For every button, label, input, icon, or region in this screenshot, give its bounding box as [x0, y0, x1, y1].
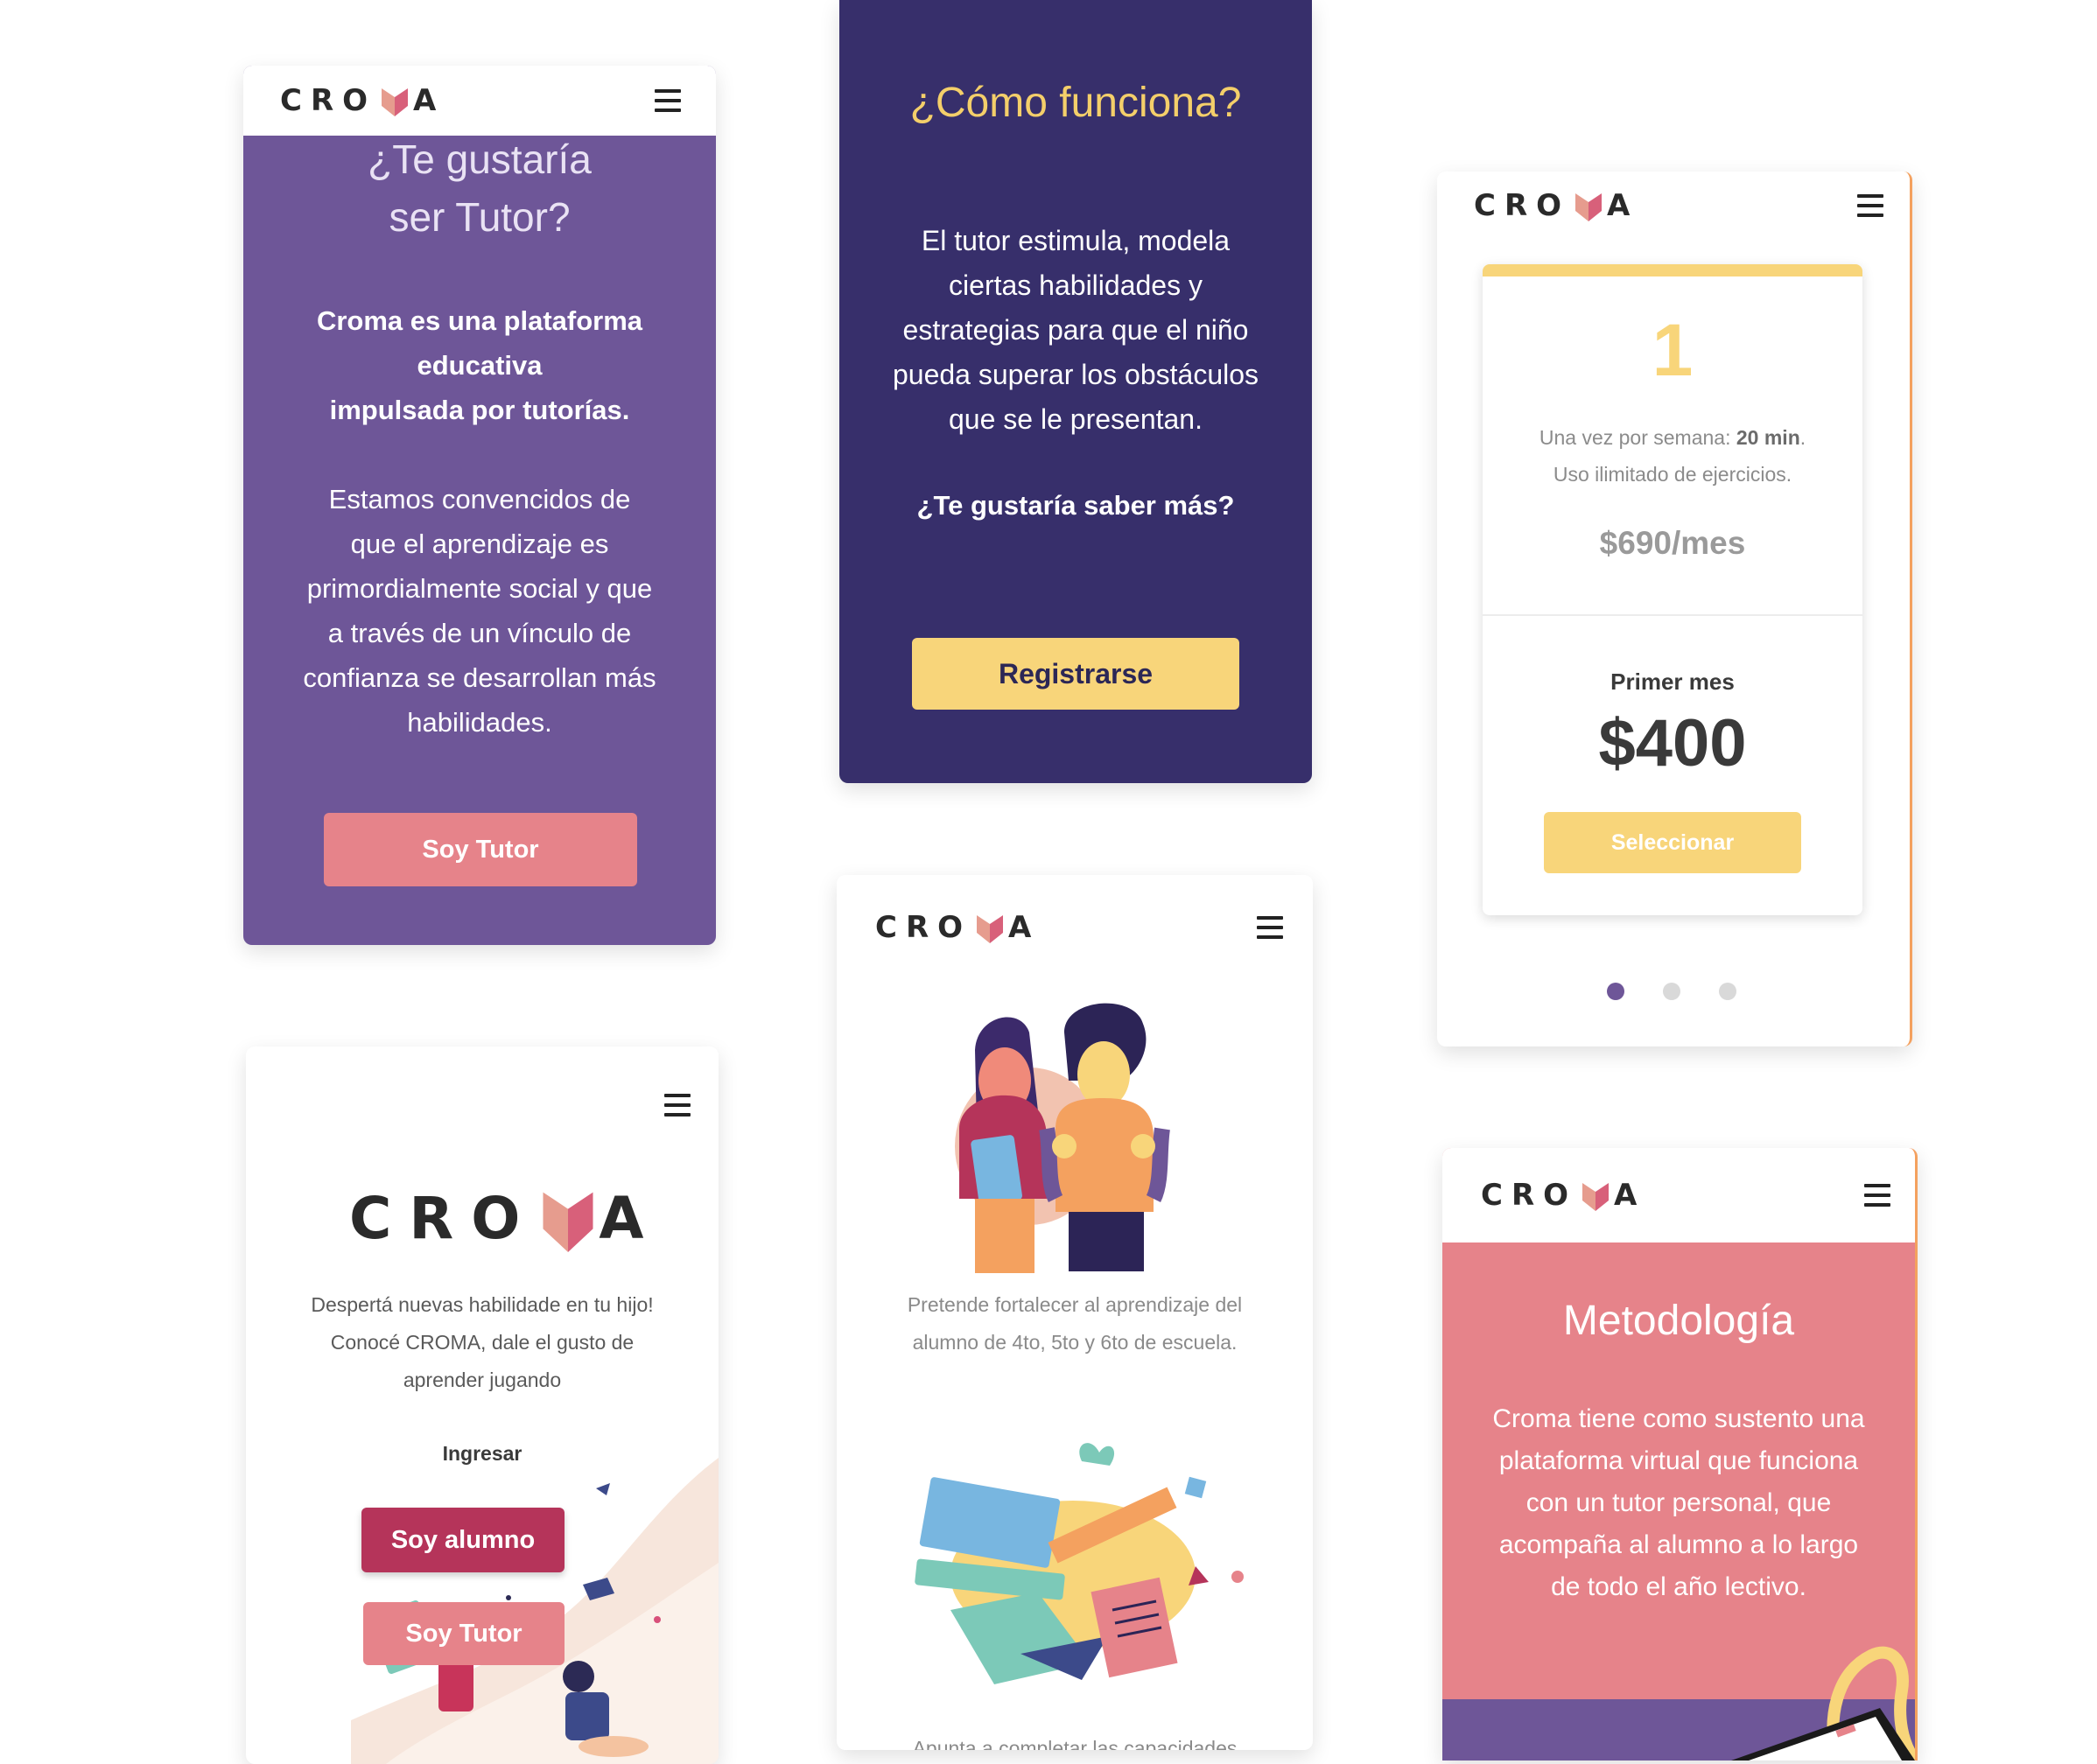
como-body-text: El tutor estimula, modela ciertas habili… [892, 225, 1259, 435]
logo-v-icon [382, 88, 409, 116]
carousel-dot[interactable] [1719, 983, 1736, 1000]
carousel-dot[interactable] [1607, 983, 1624, 1000]
first-month-price: $400 [1598, 706, 1747, 780]
metodologia-title: Metodología [1562, 1298, 1795, 1344]
students-card: CRO A Pretende fortalecer al aprendizaje… [837, 875, 1313, 1750]
logo-text-left: CRO [1481, 1178, 1578, 1213]
top-header: CRO A [837, 875, 1313, 980]
plan-frequency: Una vez por semana: 20 min. [1539, 426, 1806, 449]
plan-card[interactable]: 1 Una vez por semana: 20 min. Uso ilimit… [1483, 264, 1862, 915]
books-illustration [915, 1443, 1244, 1684]
logo-text-right: A [1008, 910, 1041, 945]
students-caption: Pretende fortalecer al aprendizaje del a… [907, 1293, 1243, 1354]
pricing-card: CRO A 1 Una vez por semana: 20 min. Uso … [1437, 172, 1912, 1046]
hamburger-menu-icon[interactable] [1857, 194, 1883, 217]
top-header: CRO A [243, 66, 716, 136]
tutor-bold-intro: Croma es una plataforma educativa impuls… [316, 305, 643, 425]
tutor-body-text: Estamos convencidos de que el aprendizaj… [303, 484, 656, 738]
soy-alumno-button[interactable]: Soy alumno [361, 1508, 565, 1572]
hamburger-menu-icon[interactable] [655, 89, 681, 112]
metodologia-card: CRO A Metodología Croma tiene como suste… [1442, 1148, 1918, 1760]
top-header: CRO A [1442, 1148, 1915, 1242]
tutor-card: CRO A ¿Te gustaría ser Tutor? Croma es u… [243, 66, 716, 945]
metodologia-body: Croma tiene como sustento una plataforma… [1492, 1404, 1865, 1601]
logo-v-icon [977, 915, 1004, 943]
home-tagline: Despertá nuevas habilidade en tu hijo! C… [311, 1293, 654, 1391]
plan-monthly-price: $690/mes [1599, 525, 1746, 561]
croma-logo[interactable]: CRO A [875, 910, 1040, 945]
logo-text-left: CRO [349, 1185, 538, 1252]
plan-divider [1483, 614, 1862, 616]
logo-text-right: A [599, 1185, 662, 1252]
croma-logo[interactable]: CRO A [280, 83, 445, 118]
logo-v-icon [1582, 1183, 1610, 1211]
como-title: ¿Cómo funciona? [909, 80, 1242, 126]
logo-v-icon [1575, 193, 1603, 221]
logo-text-right: A [413, 83, 445, 118]
logo-text-right: A [1607, 188, 1639, 223]
soy-tutor-button[interactable]: Soy Tutor [363, 1602, 565, 1665]
logo-text-left: CRO [280, 83, 377, 118]
top-header: CRO A [1437, 172, 1910, 240]
plan-number: 1 [1652, 309, 1694, 391]
logo-text-left: CRO [1474, 188, 1571, 223]
hamburger-menu-icon[interactable] [1257, 916, 1283, 939]
tutor-title: ¿Te gustaría ser Tutor? [368, 136, 592, 240]
laptop-illustration [1731, 1646, 1915, 1760]
croma-logo[interactable]: CRO A [1474, 188, 1638, 223]
logo-text-right: A [1614, 1178, 1646, 1213]
plan-exercises: Uso ilimitado de ejercicios. [1553, 463, 1792, 486]
como-question: ¿Te gustaría saber más? [916, 490, 1235, 521]
home-card: CRO A Despertá nuevas habilidade en tu h… [246, 1046, 719, 1764]
students-illustration [955, 1003, 1170, 1273]
como-funciona-card: ¿Cómo funciona? El tutor estimula, model… [839, 0, 1312, 783]
students-caption-cut: Apunta a completar las capacidades [912, 1737, 1238, 1750]
hamburger-menu-icon[interactable] [664, 1094, 691, 1116]
carousel-dot[interactable] [1663, 983, 1680, 1000]
first-month-label: Primer mes [1610, 668, 1735, 695]
registrarse-button[interactable]: Registrarse [912, 638, 1239, 710]
logo-v-icon [543, 1192, 593, 1252]
soy-tutor-button[interactable]: Soy Tutor [324, 813, 637, 886]
croma-logo[interactable]: CRO A [1481, 1178, 1645, 1213]
seleccionar-button[interactable]: Seleccionar [1544, 812, 1801, 873]
hamburger-menu-icon[interactable] [1864, 1184, 1890, 1207]
logo-text-left: CRO [875, 910, 972, 945]
plan-top-bar [1483, 264, 1862, 276]
croma-logo-large: CRO A [349, 1185, 661, 1252]
